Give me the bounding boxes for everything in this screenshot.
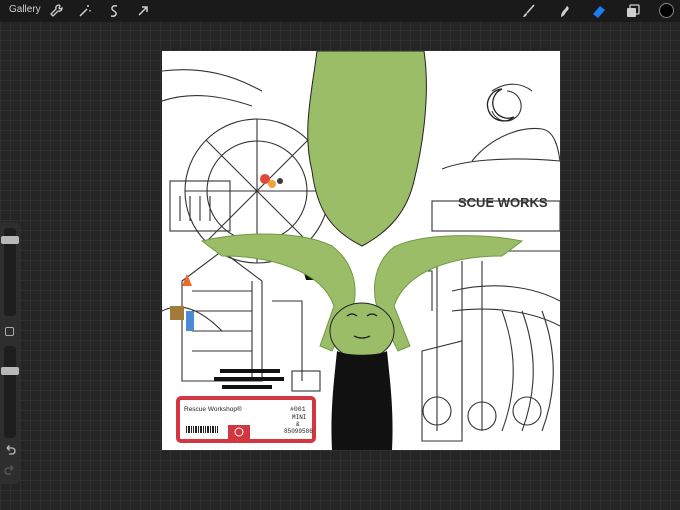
smudge-icon[interactable] (555, 2, 573, 20)
modifier-button[interactable] (5, 327, 14, 336)
redo-icon[interactable] (3, 463, 17, 477)
drawing-canvas[interactable]: SCUE WORKS Rescue Workshop® #001 MINI & … (162, 51, 560, 450)
gallery-button[interactable]: Gallery (9, 4, 41, 15)
color-well[interactable] (659, 3, 674, 18)
magic-wand-icon[interactable] (76, 2, 94, 20)
stamp-logo: Rescue Workshop® #001 MINI & 85099586 (176, 396, 316, 443)
stamp-line4: 85099586 (284, 428, 313, 435)
green-figure (200, 51, 524, 450)
stamp-line3: & (296, 421, 300, 428)
stamp-number: #001 (290, 406, 306, 413)
brush-size-slider[interactable] (1, 228, 19, 316)
artwork-illustration: SCUE WORKS Rescue Workshop® #001 MINI & … (162, 51, 560, 450)
selection-icon[interactable] (105, 2, 123, 20)
brush-icon[interactable] (520, 2, 538, 20)
top-toolbar: Gallery (0, 0, 680, 22)
opacity-thumb[interactable] (1, 367, 19, 375)
layers-icon[interactable] (624, 2, 642, 20)
moon-icon (486, 88, 515, 122)
left-sidebar (0, 222, 20, 484)
ink-strokes (214, 369, 284, 389)
wrench-icon[interactable] (47, 2, 65, 20)
stamp-line2: MINI (292, 414, 306, 421)
undo-icon[interactable] (3, 443, 17, 457)
hair (331, 351, 393, 450)
transform-arrow-icon[interactable] (134, 2, 152, 20)
stamp-brand: Rescue Workshop® (184, 405, 242, 413)
banner-sign-text: SCUE WORKS (458, 195, 548, 210)
eraser-icon[interactable] (590, 2, 608, 20)
brush-size-thumb[interactable] (1, 236, 19, 244)
opacity-slider[interactable] (1, 346, 19, 438)
